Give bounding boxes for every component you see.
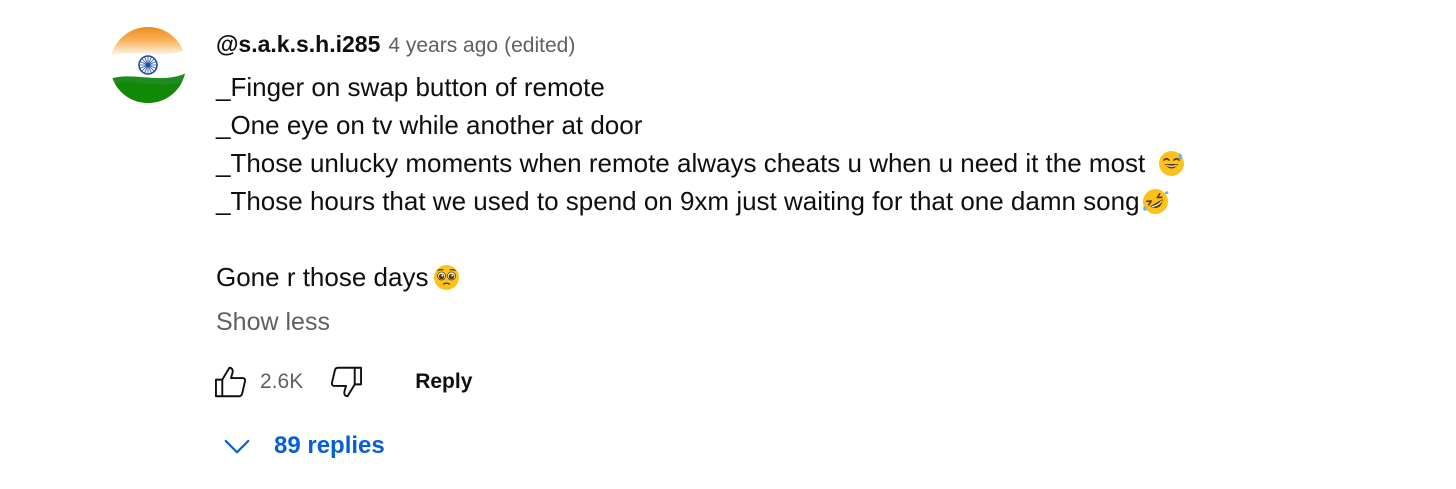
comment-line: _One eye on tv while another at door <box>216 106 1396 144</box>
comment-timestamp[interactable]: 4 years ago <box>388 34 498 58</box>
comment-line: _Those unlucky moments when remote alway… <box>216 144 1396 182</box>
comment-line-text: Gone r those days <box>216 262 429 292</box>
like-button[interactable] <box>212 363 250 401</box>
comment-line-text: _One eye on tv while another at door <box>216 110 643 140</box>
rofl-emoji-icon <box>1142 188 1169 215</box>
comment-line: _Finger on swap button of remote <box>216 68 1396 106</box>
show-less-button[interactable]: Show less <box>216 308 330 337</box>
comment-line-text: _Those hours that we used to spend on 9x… <box>216 186 1140 216</box>
thumbs-up-icon <box>215 366 247 398</box>
comment-text: _Finger on swap button of remote _One ey… <box>216 68 1396 296</box>
like-count: 2.6K <box>260 370 304 393</box>
thumbs-down-icon <box>331 366 363 398</box>
pleading-face-emoji-icon <box>433 264 460 291</box>
comment-line-text: _Finger on swap button of remote <box>216 72 605 102</box>
reply-button[interactable]: Reply <box>415 370 472 394</box>
edited-label: (edited) <box>504 34 576 57</box>
replies-count-label: 89 replies <box>274 432 385 459</box>
comment-line-text: _Those unlucky moments when remote alway… <box>216 148 1153 178</box>
comment-header: @s.a.k.s.h.i285 4 years ago (edited) <box>216 31 575 59</box>
author-name[interactable]: @s.a.k.s.h.i285 <box>216 31 380 58</box>
india-flag-avatar-icon <box>110 27 186 103</box>
dislike-button[interactable] <box>327 363 365 401</box>
comment-line: Gone r those days <box>216 258 1396 296</box>
comment-action-bar: 2.6K Reply <box>212 362 472 402</box>
view-replies-button[interactable]: 89 replies <box>222 426 385 466</box>
comment-line: _Those hours that we used to spend on 9x… <box>216 182 1396 220</box>
sweat-smile-emoji-icon <box>1158 150 1185 177</box>
chevron-down-icon <box>224 439 250 454</box>
comment-line-blank <box>216 220 1396 258</box>
avatar[interactable] <box>110 27 186 103</box>
